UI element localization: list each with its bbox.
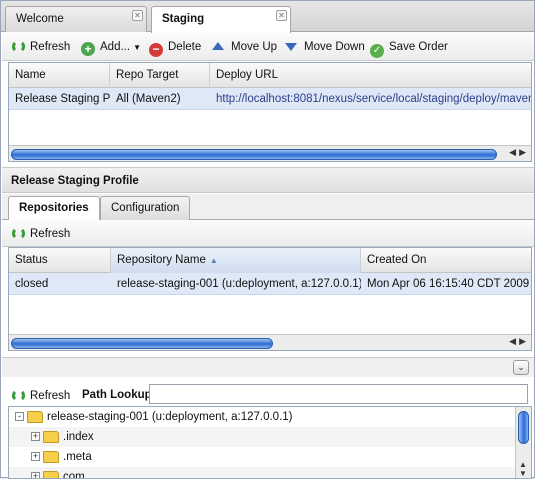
- tab-welcome-label: Welcome: [16, 13, 64, 25]
- horizontal-scrollbar[interactable]: ◀▶: [9, 334, 531, 350]
- staging-window: Welcome ✕ Staging ✕ Refresh + Add... ▼ − De…: [0, 0, 535, 479]
- add-icon: +: [81, 42, 95, 56]
- scrollbar-thumb[interactable]: [518, 411, 529, 444]
- profiles-toolbar: Refresh + Add... ▼ − Delete Move Up Move Do…: [2, 33, 534, 61]
- add-button[interactable]: + Add... ▼: [81, 39, 141, 56]
- refresh-label: Refresh: [30, 390, 71, 402]
- path-lookup-input[interactable]: [149, 384, 528, 404]
- column-header-status[interactable]: Status: [9, 248, 111, 273]
- expand-node-icon[interactable]: +: [31, 432, 40, 441]
- path-lookup-label: Path Lookup:: [82, 389, 156, 401]
- cell-repository-name: release-staging-001 (u:deployment, a:127…: [117, 278, 361, 290]
- arrow-up-icon: [212, 42, 224, 50]
- expand-node-icon[interactable]: +: [31, 452, 40, 461]
- collapse-node-icon[interactable]: -: [15, 412, 24, 421]
- close-icon[interactable]: ✕: [276, 10, 287, 21]
- refresh-icon: [12, 227, 25, 240]
- arrow-down-icon: [285, 43, 297, 51]
- column-header-name[interactable]: Name: [9, 63, 110, 88]
- vertical-scrollbar[interactable]: ▲ ▼: [515, 407, 531, 478]
- main-tab-strip: Welcome ✕ Staging ✕: [1, 1, 534, 33]
- column-header-created-on[interactable]: Created On: [361, 248, 531, 273]
- folder-icon: [27, 411, 43, 423]
- tab-welcome[interactable]: Welcome ✕: [5, 6, 147, 32]
- move-down-button[interactable]: Move Down: [285, 39, 365, 55]
- repositories-grid-header: Status Repository Name ▲ Created On: [9, 248, 531, 273]
- save-order-button[interactable]: ✓ Save Order: [370, 39, 448, 58]
- tab-repositories[interactable]: Repositories: [8, 196, 100, 221]
- column-header-repository-name[interactable]: Repository Name ▲: [111, 248, 361, 273]
- delete-label: Delete: [168, 41, 202, 53]
- cell-created-on: Mon Apr 06 16:15:40 CDT 2009: [367, 278, 530, 290]
- refresh-icon: [12, 389, 25, 402]
- tree-node-root[interactable]: - release-staging-001 (u:deployment, a:1…: [9, 407, 515, 427]
- collapse-bar: ⌄: [2, 357, 534, 377]
- browser-refresh-button[interactable]: Refresh: [12, 388, 70, 404]
- tab-staging-label: Staging: [162, 13, 205, 25]
- cell-repo-target: All (Maven2): [116, 93, 181, 105]
- sort-ascending-icon: ▲: [209, 256, 218, 265]
- move-down-label: Move Down: [304, 41, 365, 53]
- cell-name: Release Staging Pr: [15, 93, 110, 105]
- column-header-repo-target[interactable]: Repo Target: [110, 63, 210, 88]
- delete-button[interactable]: − Delete: [149, 39, 202, 57]
- tree-node[interactable]: + .meta: [9, 447, 515, 467]
- collapse-icon[interactable]: ⌄: [513, 360, 529, 375]
- repositories-toolbar: Refresh: [2, 220, 534, 247]
- refresh-icon: [12, 40, 25, 53]
- folder-icon: [43, 451, 59, 463]
- chevron-down-icon: ▼: [133, 43, 141, 52]
- profiles-grid: Name Repo Target Deploy URL Release Stag…: [8, 62, 532, 162]
- refresh-label: Refresh: [30, 228, 71, 240]
- scroll-arrows-icon[interactable]: ◀▶: [509, 147, 529, 158]
- repositories-refresh-button[interactable]: Refresh: [12, 226, 70, 242]
- repositories-grid: Status Repository Name ▲ Created On close…: [8, 247, 532, 351]
- column-header-deploy-url[interactable]: Deploy URL: [210, 63, 531, 88]
- tab-staging[interactable]: Staging ✕: [151, 6, 291, 33]
- table-row[interactable]: Release Staging Pr All (Maven2) http://l…: [9, 88, 531, 110]
- column-header-repository-name-label: Repository Name: [117, 254, 206, 266]
- tree-node-label: com: [63, 471, 85, 479]
- tree-node-label: release-staging-001 (u:deployment, a:127…: [47, 411, 293, 423]
- close-icon[interactable]: ✕: [132, 10, 143, 21]
- cell-deploy-url[interactable]: http://localhost:8081/nexus/service/loca…: [210, 88, 531, 110]
- scrollbar-thumb[interactable]: [11, 338, 273, 349]
- move-up-button[interactable]: Move Up: [212, 39, 277, 55]
- tree-node[interactable]: + com: [9, 467, 515, 479]
- refresh-label: Refresh: [30, 41, 71, 53]
- repository-tree: - release-staging-001 (u:deployment, a:1…: [8, 406, 532, 479]
- profile-tab-strip: Repositories Configuration: [2, 194, 534, 221]
- tab-configuration[interactable]: Configuration: [100, 196, 191, 220]
- tree-node[interactable]: + .index: [9, 427, 515, 447]
- table-row[interactable]: closed release-staging-001 (u:deployment…: [9, 273, 531, 295]
- tree-node-label: .meta: [63, 451, 92, 463]
- tree-node-label: .index: [63, 431, 94, 443]
- scroll-arrows-icon[interactable]: ▲ ▼: [519, 460, 527, 478]
- cell-status: closed: [15, 278, 49, 290]
- checkmark-icon: ✓: [370, 44, 384, 58]
- horizontal-scrollbar[interactable]: ◀▶: [9, 145, 531, 161]
- scrollbar-thumb[interactable]: [11, 149, 497, 160]
- refresh-button[interactable]: Refresh: [12, 39, 70, 55]
- section-title: Release Staging Profile: [2, 167, 534, 193]
- folder-icon: [43, 431, 59, 443]
- save-order-label: Save Order: [389, 41, 448, 53]
- delete-icon: −: [149, 43, 163, 57]
- scroll-arrows-icon[interactable]: ◀▶: [509, 336, 529, 347]
- move-up-label: Move Up: [231, 41, 278, 53]
- profiles-grid-header: Name Repo Target Deploy URL: [9, 63, 531, 88]
- add-label: Add...: [100, 41, 131, 53]
